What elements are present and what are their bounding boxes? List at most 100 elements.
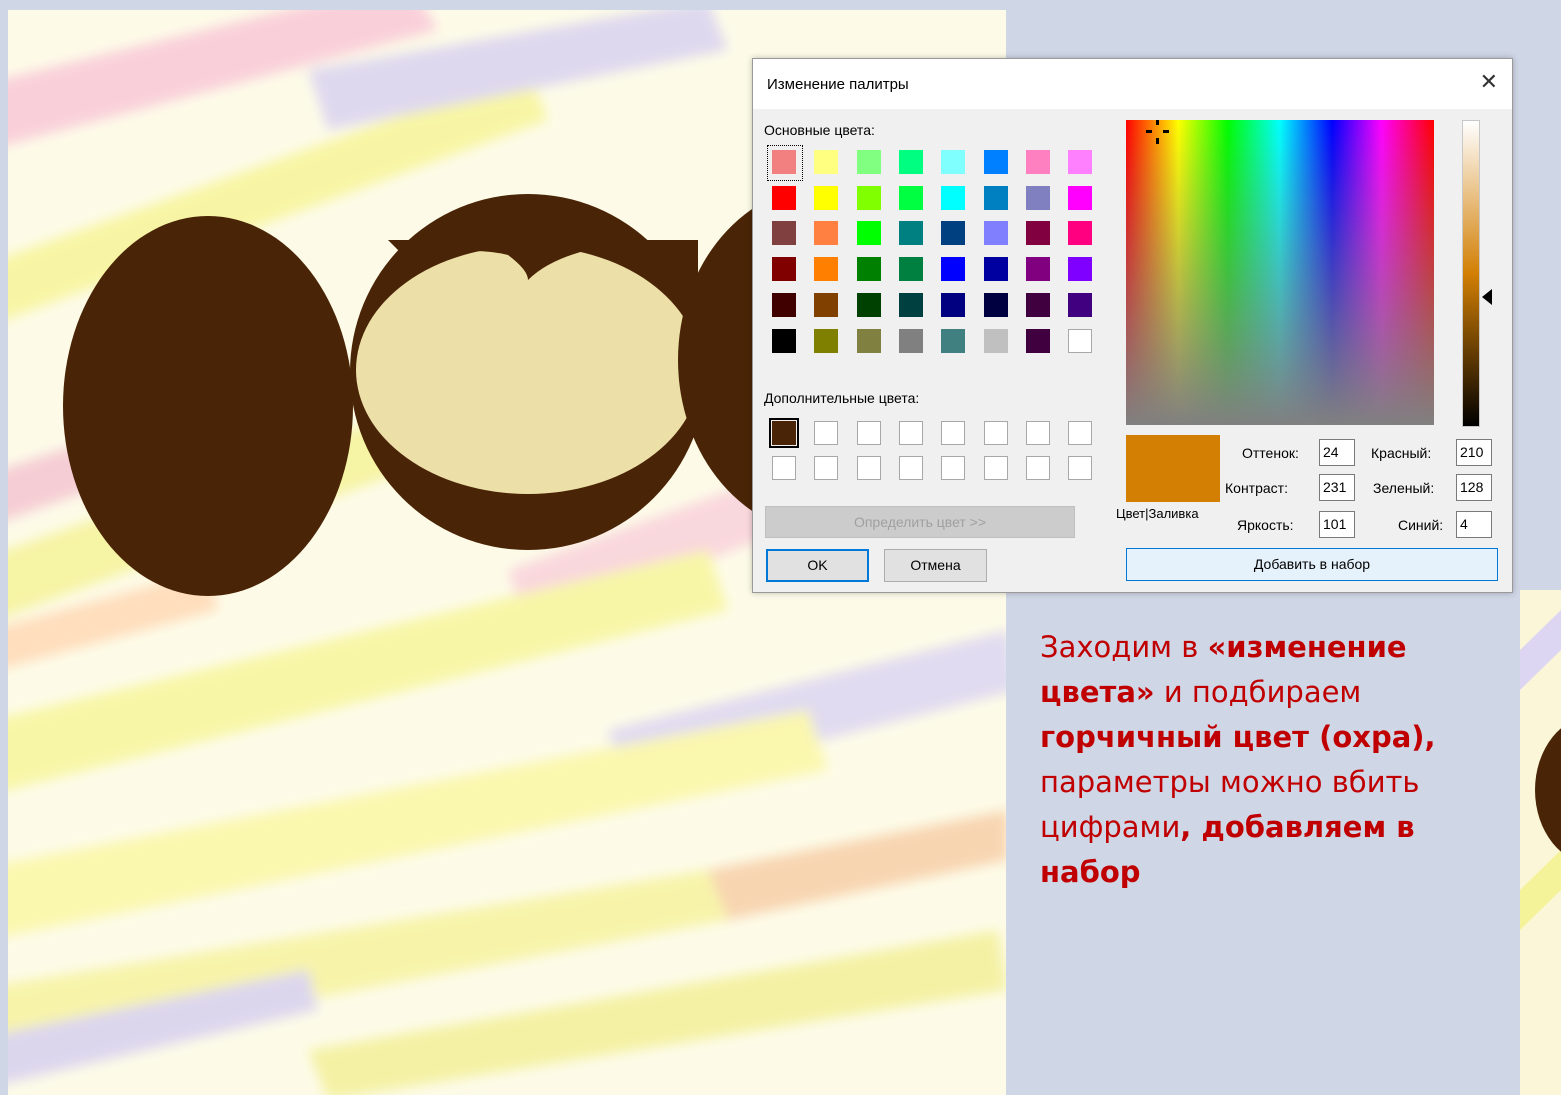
- hue-field[interactable]: 24: [1319, 439, 1355, 466]
- basic-color-swatch[interactable]: [856, 257, 881, 282]
- basic-color-swatch[interactable]: [814, 185, 839, 210]
- basic-color-swatch[interactable]: [898, 292, 923, 317]
- red-label: Красный:: [1371, 445, 1432, 461]
- sat-field[interactable]: 231: [1319, 474, 1355, 501]
- basic-color-swatch[interactable]: [898, 150, 923, 174]
- custom-color-swatch[interactable]: [1025, 421, 1050, 445]
- basic-color-swatch[interactable]: [983, 185, 1008, 210]
- basic-color-swatch[interactable]: [941, 221, 966, 246]
- basic-color-swatch[interactable]: [1068, 221, 1093, 246]
- custom-color-swatch[interactable]: [856, 456, 881, 480]
- basic-color-swatch[interactable]: [772, 150, 796, 174]
- custom-color-swatch[interactable]: [814, 456, 839, 480]
- lum-field[interactable]: 101: [1319, 511, 1355, 538]
- basic-color-swatch[interactable]: [1068, 150, 1093, 174]
- basic-color-swatch[interactable]: [941, 185, 966, 210]
- basic-color-swatch[interactable]: [1068, 292, 1093, 317]
- instruction-part: и подбираем: [1154, 675, 1362, 709]
- basic-color-swatch[interactable]: [983, 328, 1008, 353]
- basic-color-swatch[interactable]: [1025, 257, 1050, 282]
- basic-color-swatch[interactable]: [1025, 221, 1050, 246]
- instruction-text: Заходим в «изменение цвета» и подбираем …: [1040, 625, 1510, 895]
- custom-color-swatch[interactable]: [983, 456, 1008, 480]
- lum-label: Яркость:: [1237, 517, 1294, 533]
- custom-color-swatch[interactable]: [898, 456, 923, 480]
- custom-color-swatch[interactable]: [772, 456, 796, 480]
- basic-color-swatch[interactable]: [1068, 328, 1093, 353]
- custom-color-swatch[interactable]: [1068, 421, 1093, 445]
- basic-color-swatch[interactable]: [1025, 328, 1050, 353]
- basic-color-swatch[interactable]: [1068, 257, 1093, 282]
- add-to-custom-colors-button[interactable]: Добавить в набор: [1126, 548, 1498, 581]
- luminance-slider[interactable]: [1462, 120, 1480, 427]
- basic-color-swatch[interactable]: [983, 150, 1008, 174]
- basic-color-swatch[interactable]: [856, 221, 881, 246]
- color-spectrum[interactable]: [1126, 120, 1434, 425]
- custom-color-swatch[interactable]: [898, 421, 923, 445]
- red-field[interactable]: 210: [1456, 439, 1492, 466]
- edit-palette-dialog: Изменение палитры ✕ Основные цвета: Допо…: [752, 58, 1513, 593]
- crosshair-icon: [1146, 120, 1169, 144]
- triangle-left-icon[interactable]: [1482, 289, 1492, 305]
- basic-colors-label: Основные цвета:: [764, 122, 875, 138]
- instruction-part: Заходим в: [1040, 630, 1208, 664]
- ok-button[interactable]: OK: [766, 549, 869, 582]
- basic-color-swatch[interactable]: [898, 257, 923, 282]
- basic-color-swatch[interactable]: [983, 221, 1008, 246]
- brown-circle-left: [63, 216, 353, 596]
- custom-color-swatch[interactable]: [769, 418, 799, 448]
- basic-color-swatch[interactable]: [814, 292, 839, 317]
- basic-color-swatch[interactable]: [1025, 185, 1050, 210]
- basic-color-swatch[interactable]: [856, 150, 881, 174]
- basic-color-swatch[interactable]: [941, 292, 966, 317]
- basic-color-swatch[interactable]: [772, 257, 796, 282]
- custom-color-swatch[interactable]: [856, 421, 881, 445]
- custom-color-swatch[interactable]: [1025, 456, 1050, 480]
- cream-circle-inner: [356, 246, 700, 494]
- basic-color-swatch[interactable]: [1025, 150, 1050, 174]
- basic-color-swatch[interactable]: [1068, 185, 1093, 210]
- blue-label: Синий:: [1398, 517, 1444, 533]
- basic-color-swatch[interactable]: [941, 257, 966, 282]
- custom-color-swatch[interactable]: [814, 421, 839, 445]
- hue-label: Оттенок:: [1242, 445, 1299, 461]
- cancel-button[interactable]: Отмена: [884, 549, 987, 582]
- basic-color-swatch[interactable]: [983, 292, 1008, 317]
- green-label: Зеленый:: [1373, 480, 1435, 496]
- basic-color-swatch[interactable]: [898, 328, 923, 353]
- custom-colors-label: Дополнительные цвета:: [764, 390, 920, 406]
- custom-color-swatch[interactable]: [941, 456, 966, 480]
- basic-color-swatch[interactable]: [814, 328, 839, 353]
- dialog-title: Изменение палитры: [767, 76, 909, 93]
- basic-color-swatch[interactable]: [941, 150, 966, 174]
- basic-color-swatch[interactable]: [983, 257, 1008, 282]
- basic-color-swatch[interactable]: [1025, 292, 1050, 317]
- instruction-bold: горчичный цвет (охра),: [1040, 720, 1436, 754]
- basic-color-swatch[interactable]: [856, 292, 881, 317]
- basic-color-swatch[interactable]: [772, 328, 796, 353]
- basic-color-swatch[interactable]: [898, 185, 923, 210]
- basic-color-swatch[interactable]: [814, 257, 839, 282]
- green-field[interactable]: 128: [1456, 474, 1492, 501]
- custom-color-swatch[interactable]: [1068, 456, 1093, 480]
- define-color-button[interactable]: Определить цвет >>: [765, 506, 1075, 538]
- basic-color-swatch[interactable]: [814, 221, 839, 246]
- basic-color-swatch[interactable]: [856, 185, 881, 210]
- basic-color-swatch[interactable]: [898, 221, 923, 246]
- blue-field[interactable]: 4: [1456, 511, 1492, 538]
- basic-color-swatch[interactable]: [856, 328, 881, 353]
- color-preview: [1126, 435, 1220, 502]
- basic-color-swatch[interactable]: [814, 150, 839, 174]
- basic-color-swatch[interactable]: [772, 185, 796, 210]
- second-canvas-edge: [1520, 590, 1561, 1095]
- basic-color-swatch[interactable]: [772, 292, 796, 317]
- color-fill-label: Цвет|Заливка: [1116, 506, 1199, 521]
- custom-color-swatch[interactable]: [941, 421, 966, 445]
- dialog-titlebar: Изменение палитры ✕: [753, 59, 1512, 109]
- basic-color-swatch[interactable]: [772, 221, 796, 246]
- instruction-bold: ,: [1180, 810, 1202, 844]
- close-icon[interactable]: ✕: [1480, 69, 1498, 95]
- basic-color-swatch[interactable]: [941, 328, 966, 353]
- custom-color-swatch[interactable]: [983, 421, 1008, 445]
- sat-label: Контраст:: [1225, 480, 1288, 496]
